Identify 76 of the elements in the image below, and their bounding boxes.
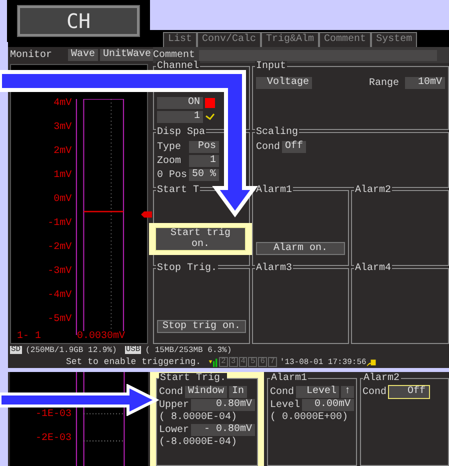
view-button[interactable]: Wave — [68, 49, 98, 61]
lower-label: Lower — [159, 424, 190, 436]
slot-indicator: 7 — [268, 357, 277, 367]
span-field[interactable]: Pos — [189, 141, 219, 153]
axis-label: -2E-03 — [36, 434, 72, 444]
channel-key-button[interactable]: CH — [18, 6, 139, 36]
field-label: Type — [157, 142, 182, 152]
axis-label: 2mV — [54, 147, 72, 157]
color-swatch[interactable] — [205, 98, 215, 108]
upper-field[interactable]: 0.80mV — [191, 399, 255, 411]
lower-exponent: (-8.0000E-04) — [159, 437, 238, 448]
channel-marker-icon — [141, 211, 152, 218]
status-message: Set to enable triggering. — [66, 357, 202, 367]
cond-label: Cond — [362, 386, 387, 398]
tab[interactable]: Trig&Alm — [261, 32, 320, 47]
signal-icon — [208, 357, 218, 367]
comment-field[interactable] — [199, 50, 437, 60]
lower-field[interactable]: - 0.80mV — [191, 424, 255, 436]
slot-indicator: 2 — [219, 357, 228, 367]
storage-badge: SD — [10, 346, 22, 354]
storage-usage: (250MB/1.9GB 12.9%) — [26, 346, 117, 354]
tab[interactable]: System — [371, 32, 418, 47]
tab[interactable]: List — [163, 32, 198, 47]
slot-indicator: 4 — [238, 357, 248, 367]
tab[interactable]: Comment — [319, 32, 372, 47]
storage-usage: ( 15MB/253MB 6.3%) — [145, 346, 232, 354]
panel-title: Start Trig. — [159, 373, 228, 384]
panel-title: Stop Trig. — [156, 263, 218, 274]
direction-field[interactable]: ↑ — [341, 386, 354, 398]
plug-icon — [367, 358, 378, 366]
upper-exponent: ( 8.0000E-04) — [159, 412, 238, 423]
side-field[interactable]: In — [229, 386, 248, 398]
cond-label: Cond — [256, 142, 280, 152]
channel-toggle[interactable]: ON — [157, 97, 203, 109]
field-label: 0 Pos — [157, 170, 187, 180]
cond-field[interactable]: Off — [388, 386, 429, 398]
slot-indicator: 6 — [258, 357, 268, 367]
range-label: Range — [368, 78, 399, 88]
range-field[interactable]: 10mV — [405, 77, 445, 89]
axis-label: 0mV — [54, 195, 72, 205]
tab[interactable]: Conv/Calc — [197, 32, 262, 47]
span-field[interactable]: 50 % — [189, 169, 219, 181]
date-time: '13-08-01 17:39:56 — [280, 358, 366, 366]
axis-label: 1mV — [54, 171, 72, 181]
span-field[interactable]: 1 — [189, 155, 219, 167]
cond-field[interactable]: Window — [185, 386, 228, 398]
axis-label: -1mV — [48, 219, 72, 229]
view-button[interactable]: UnitWave — [100, 49, 154, 61]
start-trigger-button[interactable]: Start trig on. — [155, 227, 246, 251]
monitor-label: Monitor — [10, 50, 52, 60]
alarm-button[interactable]: Alarm on. — [256, 242, 345, 255]
stop-trigger-button[interactable]: Stop trig on. — [157, 320, 246, 333]
comment-label: Comment — [153, 50, 196, 60]
cond-field[interactable]: Off — [282, 141, 306, 153]
axis-label: -1E-03 — [36, 410, 72, 420]
upper-label: Upper — [159, 400, 190, 410]
storage-badge: USB — [124, 346, 142, 354]
input-type-field[interactable]: Voltage — [256, 77, 312, 89]
panel-title: Disp Spa — [156, 127, 206, 138]
cond-label: Cond — [270, 386, 294, 398]
axis-label: -2mV — [48, 243, 72, 253]
axis-label: -4mV — [48, 291, 72, 301]
axis-label: 4mV — [54, 99, 72, 109]
axis-label: 3mV — [54, 123, 72, 133]
axis-label: -3mV — [48, 267, 72, 277]
cond-label: Cond — [159, 386, 184, 398]
level-exponent: ( 0.0000E+00) — [270, 412, 350, 423]
value-field[interactable]: 0.00mV — [302, 399, 354, 411]
channel-number-field[interactable]: 1 — [157, 111, 203, 123]
check-icon — [205, 113, 215, 121]
level-label: Level — [270, 400, 300, 410]
slot-indicator: 5 — [248, 357, 258, 367]
axis-label: -5mV — [48, 315, 72, 325]
field-label: Zoom — [157, 156, 182, 166]
cond-field[interactable]: Level — [296, 386, 340, 398]
slot-indicator: 3 — [228, 357, 238, 367]
